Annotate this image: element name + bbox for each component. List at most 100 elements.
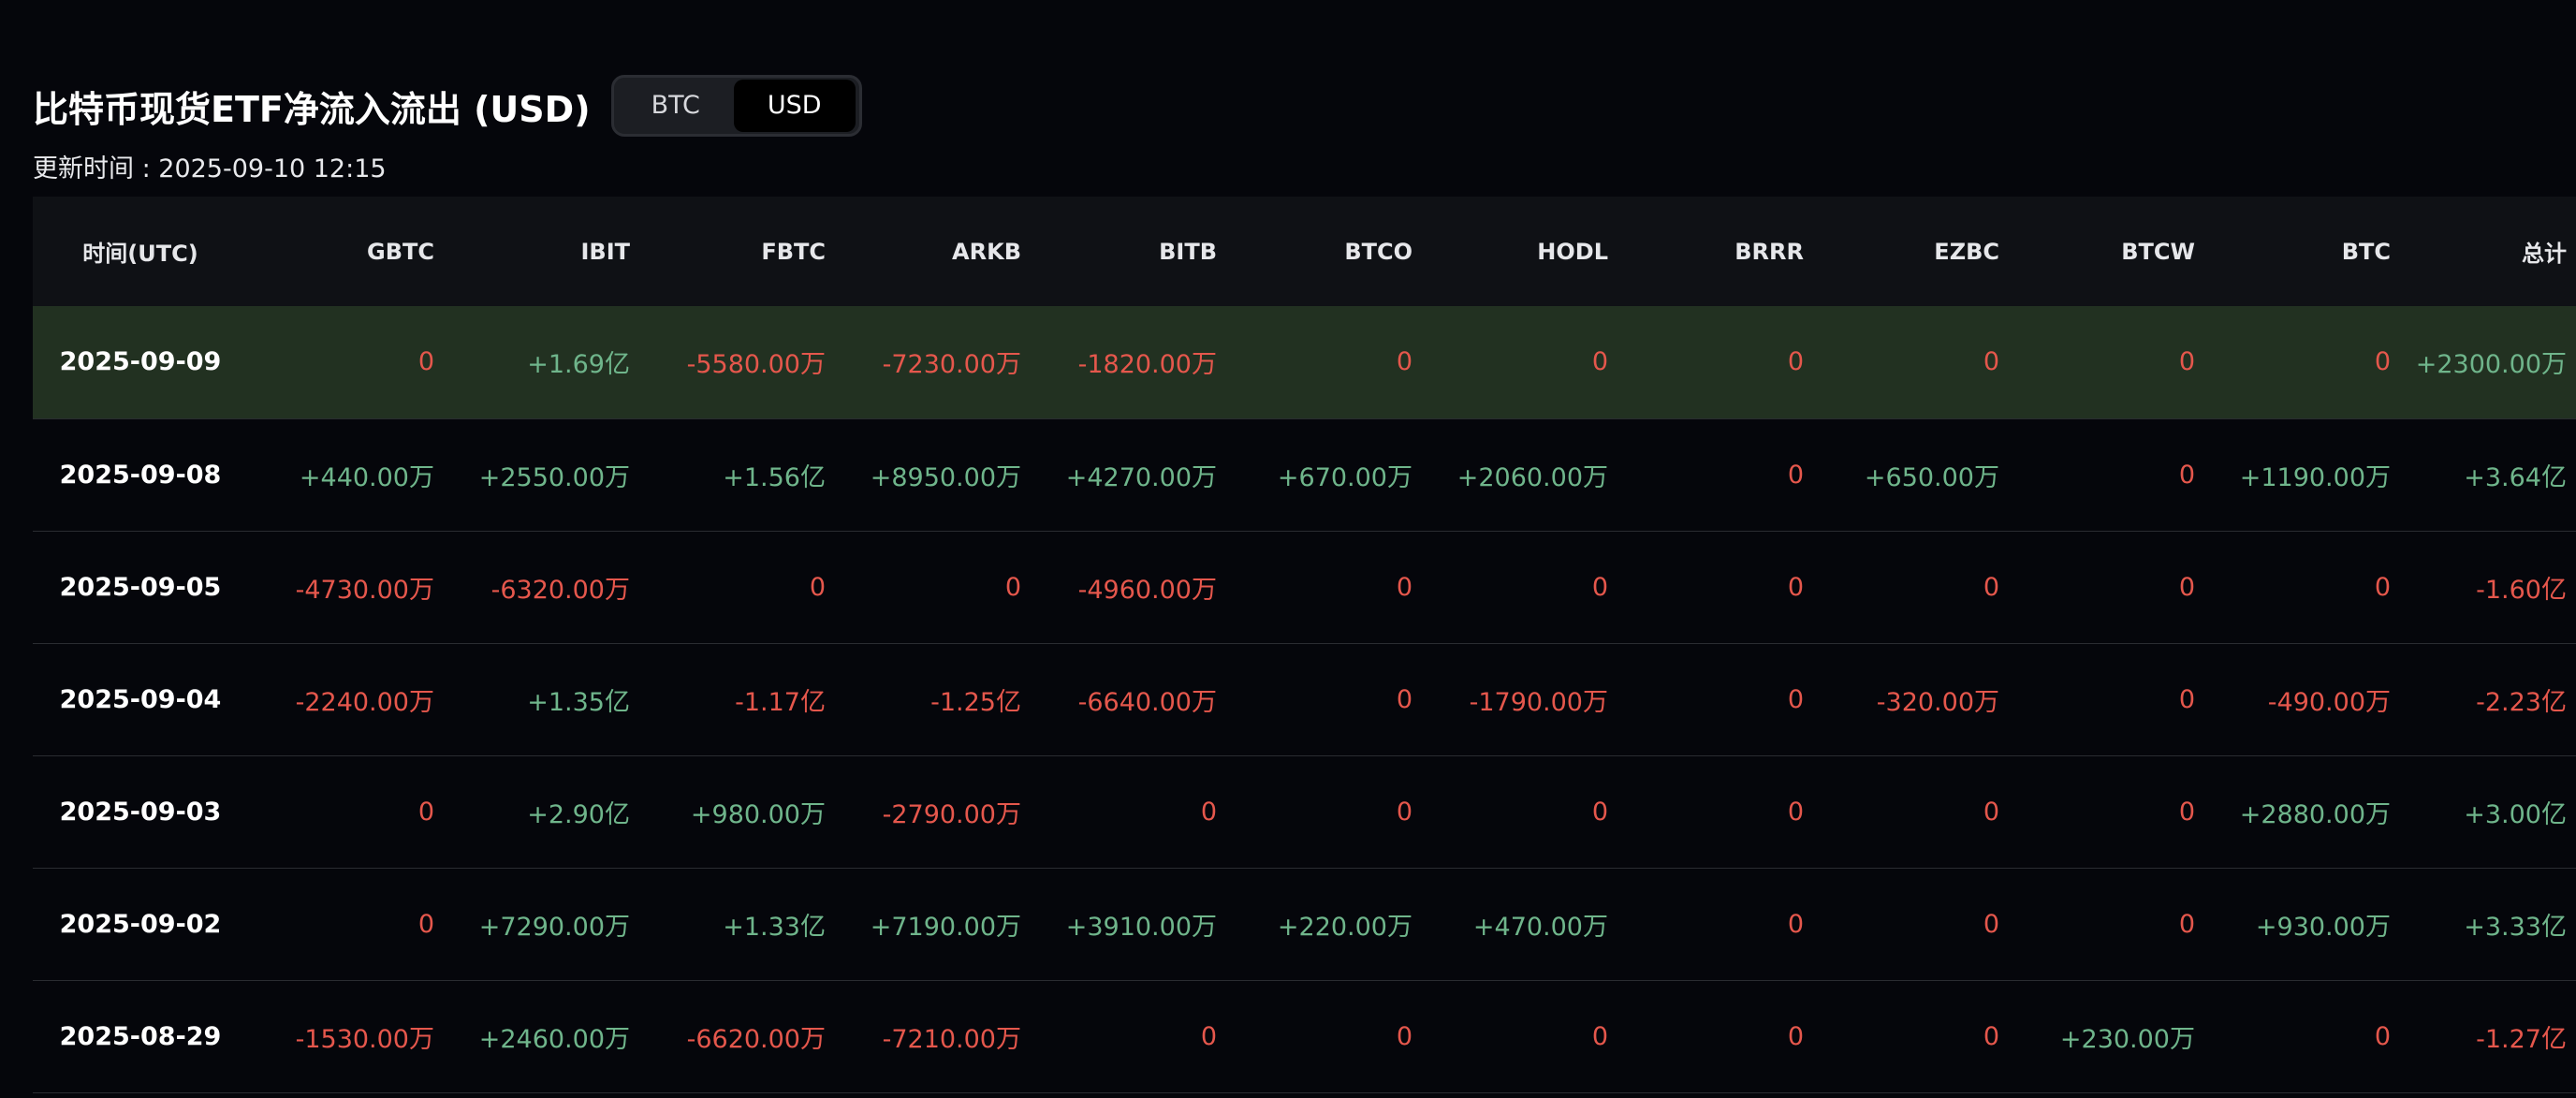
column-header-total: 总计 [2522, 241, 2567, 267]
table-row: 2025-09-09 0 +1.69亿 -5580.00万 -7230.00万 -1820… [33, 306, 2576, 418]
cell-arkb: 0 [1004, 572, 1021, 602]
column-header-ibit: IBIT [580, 238, 630, 265]
cell-arkb: -1.25亿 [930, 687, 1021, 717]
cell-brrr: 0 [1787, 684, 1804, 714]
cell-btco: 0 [1396, 1021, 1412, 1051]
cell-gbtc: 0 [417, 797, 434, 827]
row-date: 2025-09-03 [59, 797, 222, 827]
column-header-arkb: ARKB [952, 238, 1021, 265]
cell-ezbc: +650.00万 [1864, 462, 1999, 492]
column-header-bitb: BITB [1159, 238, 1217, 265]
cell-btcw: 0 [2178, 797, 2195, 827]
cell-btco: +670.00万 [1277, 462, 1412, 492]
column-header-btc: BTC [2341, 238, 2391, 265]
cell-ibit: +2.90亿 [527, 799, 630, 829]
cell-total: +3.64亿 [2464, 462, 2567, 492]
column-header-hodl: HODL [1537, 238, 1608, 265]
cell-total: -1.60亿 [2476, 575, 2567, 605]
cell-bitb: -6640.00万 [1077, 687, 1217, 717]
cell-btcw: 0 [2178, 572, 2195, 602]
cell-brrr: 0 [1787, 1021, 1804, 1051]
cell-ibit: +1.35亿 [527, 687, 630, 717]
cell-btcw: 0 [2178, 460, 2195, 490]
cell-fbtc: -1.17亿 [735, 687, 826, 717]
cell-ezbc: 0 [1983, 572, 1999, 602]
cell-btcw: 0 [2178, 347, 2195, 377]
cell-ibit: +1.69亿 [527, 350, 630, 380]
cell-bitb: -1820.00万 [1077, 350, 1217, 380]
cell-bitb: 0 [1200, 797, 1217, 827]
column-header-date: 时间(UTC) [82, 241, 198, 267]
table-row: 2025-09-05 -4730.00万 -6320.00万 0 0 -4960.00万 0… [33, 531, 2576, 643]
cell-bitb: -4960.00万 [1077, 575, 1217, 605]
column-header-fbtc: FBTC [761, 238, 826, 265]
etf-flow-table: 时间(UTC) GBTC IBIT FBTC ARKB BITB BTCO HODL BRRR E… [33, 197, 2576, 1093]
cell-gbtc: 0 [417, 909, 434, 939]
column-header-btco: BTCO [1344, 238, 1412, 265]
cell-gbtc: 0 [417, 347, 434, 377]
cell-bitb: +4270.00万 [1065, 462, 1217, 492]
cell-gbtc: -4730.00万 [295, 575, 434, 605]
cell-ezbc: 0 [1983, 909, 1999, 939]
cell-ezbc: 0 [1983, 797, 1999, 827]
cell-btc: 0 [2374, 347, 2391, 377]
cell-bitb: 0 [1200, 1021, 1217, 1051]
row-date: 2025-09-04 [59, 684, 222, 714]
cell-fbtc: +1.56亿 [723, 462, 826, 492]
cell-arkb: -2790.00万 [882, 799, 1021, 829]
cell-hodl: 0 [1591, 797, 1608, 827]
cell-ibit: +2460.00万 [478, 1024, 630, 1054]
table-header-row: 时间(UTC) GBTC IBIT FBTC ARKB BITB BTCO HODL BRRR E… [33, 197, 2576, 306]
column-header-ezbc: EZBC [1934, 238, 1999, 265]
table-row: 2025-09-03 0 +2.90亿 +980.00万 -2790.00万 0 0 0 0 0 0… [33, 755, 2576, 868]
cell-ezbc: 0 [1983, 1021, 1999, 1051]
cell-brrr: 0 [1787, 572, 1804, 602]
row-date: 2025-09-08 [59, 460, 222, 490]
row-date: 2025-09-05 [59, 572, 222, 602]
table-body: 2025-09-09 0 +1.69亿 -5580.00万 -7230.00万 -1820… [33, 306, 2576, 1092]
cell-arkb: -7230.00万 [882, 350, 1021, 380]
cell-total: +2300.00万 [2415, 350, 2567, 380]
cell-gbtc: -2240.00万 [295, 687, 434, 717]
cell-ibit: +7290.00万 [478, 912, 630, 942]
cell-gbtc: +440.00万 [299, 462, 434, 492]
page-title: 比特币现货ETF净流入流出 (USD) [33, 88, 591, 130]
cell-gbtc: -1530.00万 [295, 1024, 434, 1054]
row-date: 2025-08-29 [59, 1021, 222, 1051]
cell-brrr: 0 [1787, 797, 1804, 827]
toggle-usd-button[interactable]: USD [733, 80, 856, 132]
cell-btco: 0 [1396, 797, 1412, 827]
update-time: 更新时间 : 2025-09-10 12:15 [33, 154, 387, 183]
table-row: 2025-09-02 0 +7290.00万 +1.33亿 +7190.00万 +3910… [33, 868, 2576, 980]
cell-brrr: 0 [1787, 347, 1804, 377]
cell-arkb: -7210.00万 [882, 1024, 1021, 1054]
cell-btc: -490.00万 [2267, 687, 2391, 717]
cell-fbtc: 0 [809, 572, 826, 602]
cell-btco: 0 [1396, 572, 1412, 602]
table-row: 2025-09-08 +440.00万 +2550.00万 +1.56亿 +8950.0… [33, 418, 2576, 531]
cell-ezbc: -320.00万 [1876, 687, 1999, 717]
table-row: 2025-09-04 -2240.00万 +1.35亿 -1.17亿 -1.25亿 -66… [33, 643, 2576, 755]
cell-arkb: +8950.00万 [870, 462, 1021, 492]
cell-brrr: 0 [1787, 909, 1804, 939]
row-date: 2025-09-02 [59, 909, 222, 939]
cell-btcw: +230.00万 [2059, 1024, 2195, 1054]
unit-toggle: BTC USD [610, 75, 862, 137]
cell-hodl: 0 [1591, 347, 1608, 377]
cell-ibit: +2550.00万 [478, 462, 630, 492]
cell-fbtc: -6620.00万 [686, 1024, 826, 1054]
cell-btco: 0 [1396, 347, 1412, 377]
cell-total: -1.27亿 [2476, 1024, 2567, 1054]
cell-total: +3.00亿 [2464, 799, 2567, 829]
etf-flow-page: 比特币现货ETF净流入流出 (USD) BTC USD 更新时间 : 2025-… [0, 0, 2576, 1098]
cell-hodl: +2060.00万 [1456, 462, 1608, 492]
cell-total: +3.33亿 [2464, 912, 2567, 942]
cell-hodl: 0 [1591, 572, 1608, 602]
toggle-btc-button[interactable]: BTC [618, 80, 734, 132]
cell-ibit: -6320.00万 [490, 575, 630, 605]
header: 比特币现货ETF净流入流出 (USD) BTC USD [33, 75, 862, 137]
cell-total: -2.23亿 [2476, 687, 2567, 717]
cell-fbtc: +1.33亿 [723, 912, 826, 942]
column-header-btcw: BTCW [2121, 238, 2195, 265]
cell-arkb: +7190.00万 [870, 912, 1021, 942]
